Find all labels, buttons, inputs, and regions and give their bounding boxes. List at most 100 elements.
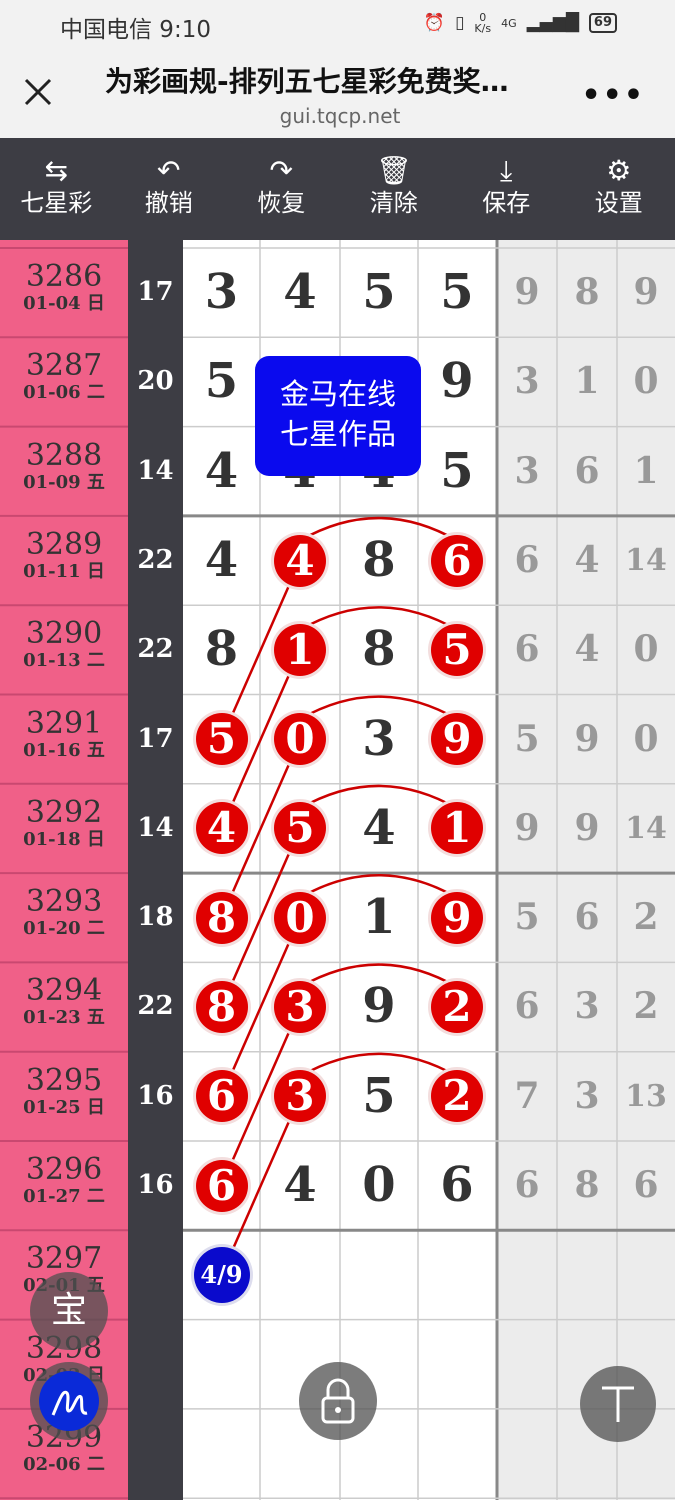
digit-cell[interactable]: 0 (340, 1141, 418, 1230)
marked-ball[interactable]: 6 (195, 1159, 248, 1212)
digit-cell[interactable]: 4 (340, 784, 418, 873)
marked-ball[interactable]: 0 (274, 891, 326, 944)
digit-cell[interactable]: 8 (183, 605, 260, 694)
digit-cell[interactable]: 8 (340, 605, 418, 694)
issue-cell: 3296 01-27 二 (0, 1153, 128, 1207)
digit-cell[interactable]: 3 (183, 248, 260, 337)
digit-cell[interactable] (418, 1320, 496, 1409)
stat-cell: 4 (574, 628, 600, 671)
digit-cell[interactable]: 4 (260, 1141, 340, 1230)
stat-cell: 3 (574, 1074, 600, 1117)
marked-ball[interactable]: 3 (274, 1070, 326, 1123)
digit-cell[interactable]: 5 (418, 427, 496, 516)
issue-cell: 3292 01-18 日 (0, 795, 128, 850)
digit-cell[interactable]: 5 (183, 337, 260, 426)
issue-date: 01-18 日 (23, 828, 105, 850)
marked-ball[interactable]: 9 (431, 713, 483, 766)
digit-cell[interactable] (183, 1320, 260, 1409)
signal-bars-icon: ▂▄▆█ (526, 13, 579, 33)
trash-icon: 🗑 (375, 154, 412, 187)
sum-value: 18 (128, 873, 183, 963)
issue-number: 3294 (25, 973, 103, 1009)
toolbar-redo-button[interactable]: ↷ 恢复 (225, 138, 338, 240)
marked-ball[interactable]: 5 (431, 623, 483, 676)
sum-value: 14 (128, 426, 183, 516)
toolbar-gear-button[interactable]: ⚙ 设置 (563, 138, 675, 240)
digit-cell[interactable] (260, 1230, 340, 1319)
stat-cell: 0 (633, 628, 659, 671)
marked-ball[interactable]: 9 (431, 891, 483, 944)
stat-cell: 2 (633, 985, 659, 1028)
marked-ball[interactable]: 4 (274, 534, 326, 587)
stat-cell: 6 (514, 628, 540, 671)
stat-cell: 6 (574, 449, 600, 492)
watermark-badge: 金马在线 七星作品 (255, 356, 421, 476)
marked-ball[interactable]: 2 (431, 981, 483, 1034)
digit-cell[interactable]: 4 (183, 427, 260, 516)
digit-cell[interactable]: 9 (340, 962, 418, 1051)
watermark-line1: 金马在线 (279, 377, 396, 411)
lock-button[interactable] (299, 1362, 377, 1440)
lock-icon (321, 1378, 355, 1424)
undo-icon: ↶ (157, 154, 181, 187)
pen-button[interactable] (30, 1362, 108, 1440)
page-url: gui.tqcp.net (279, 104, 401, 128)
top-icon (602, 1386, 634, 1422)
stat-cell (617, 1230, 675, 1319)
marked-ball[interactable]: 6 (431, 534, 483, 587)
digit-cell[interactable] (418, 1409, 496, 1498)
issue-date: 01-27 二 (23, 1186, 105, 1207)
digit-cell[interactable]: 8 (340, 516, 418, 605)
digit-cell[interactable]: 6 (418, 1141, 496, 1230)
sum-value: 17 (128, 694, 183, 784)
digit-cell[interactable]: 3 (340, 695, 418, 784)
marked-ball[interactable]: 6 (195, 1070, 248, 1123)
digit-cell[interactable] (183, 1409, 260, 1498)
stat-cell: 9 (574, 717, 600, 760)
more-menu-button[interactable]: ••• (581, 78, 645, 113)
digit-cell[interactable] (340, 1230, 418, 1319)
alarm-icon: ⏰ (423, 13, 446, 33)
toolbar-trash-button[interactable]: 🗑 清除 (338, 138, 451, 240)
toolbar-label: 七星彩 (20, 189, 93, 217)
digit-cell[interactable]: 5 (340, 248, 418, 337)
digit-cell[interactable]: 5 (340, 1052, 418, 1141)
status-icons: ⏰ ▯ 0 K/s 4G ▂▄▆█ 69 (424, 12, 617, 34)
stat-cell: 9 (514, 806, 540, 849)
digit-cell[interactable]: 4 (260, 248, 340, 337)
marked-ball[interactable]: 2 (431, 1070, 483, 1123)
sum-value: 22 (128, 605, 183, 695)
marked-ball[interactable]: 5 (195, 713, 248, 766)
stat-cell: 2 (633, 896, 659, 939)
stat-cell: 6 (574, 896, 600, 939)
scroll-top-button[interactable] (580, 1366, 656, 1442)
issue-cell: 3289 01-11 日 (0, 527, 128, 582)
toolbar-label: 保存 (482, 189, 531, 217)
marked-ball[interactable]: 0 (274, 713, 326, 766)
marked-ball[interactable]: 8 (195, 981, 248, 1034)
digit-cell[interactable] (418, 1230, 496, 1319)
marked-ball[interactable]: 1 (274, 623, 326, 676)
marked-ball[interactable]: 3 (274, 981, 326, 1034)
toolbar-label: 撤销 (144, 189, 193, 217)
bao-button[interactable]: 宝 (30, 1272, 108, 1350)
issue-number: 3288 (25, 437, 103, 473)
toolbar-swap-button[interactable]: ⇆ 七星彩 (0, 138, 113, 240)
toolbar-undo-button[interactable]: ↶ 撤销 (113, 138, 226, 240)
marked-ball[interactable]: 4 (195, 802, 248, 855)
toolbar-download-button[interactable]: ⤓ 保存 (450, 138, 563, 240)
digit-cell[interactable]: 5 (418, 248, 496, 337)
pen-icon (39, 1371, 99, 1431)
stat-cell (497, 1409, 557, 1498)
marked-ball[interactable]: 8 (195, 891, 248, 944)
digit-cell[interactable]: 9 (418, 337, 496, 426)
digit-cell[interactable]: 4 (183, 516, 260, 605)
download-icon: ⤓ (500, 154, 513, 187)
issue-number: 3296 (25, 1152, 103, 1187)
close-icon[interactable] (22, 76, 54, 108)
stat-cell (497, 1230, 557, 1319)
sum-value: 22 (128, 962, 183, 1052)
toolbar-label: 恢复 (257, 189, 306, 217)
digit-cell[interactable]: 1 (340, 873, 418, 962)
sum-value (128, 1230, 183, 1320)
